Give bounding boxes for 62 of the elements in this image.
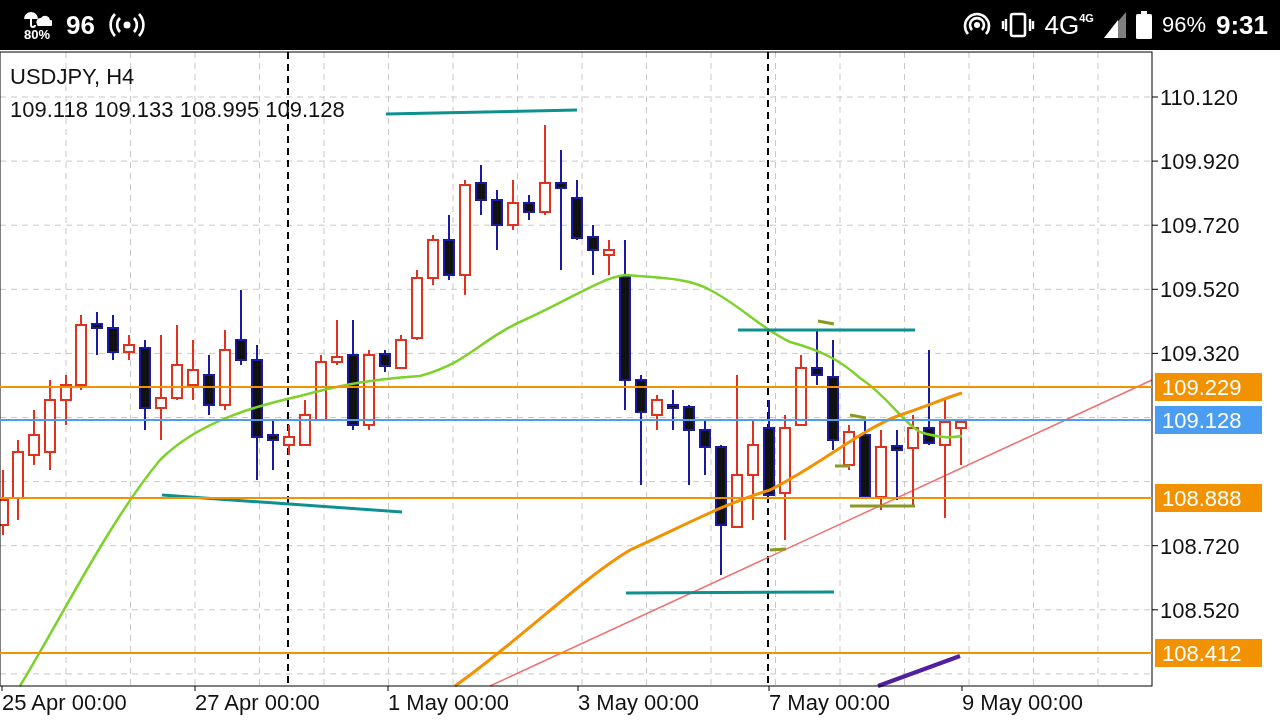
candle (60, 374, 72, 426)
time-tick: 27 Apr 00:00 (195, 690, 320, 715)
candle (603, 239, 615, 276)
weather-icon (22, 9, 52, 28)
candle (28, 409, 40, 466)
candle (651, 394, 663, 431)
battery-percent: 96% (1161, 12, 1206, 38)
candle (795, 354, 807, 426)
candle (107, 314, 119, 361)
price-label-text: 108.888 (1162, 486, 1242, 511)
candle (123, 334, 135, 361)
price-tick: 109.720 (1160, 213, 1240, 239)
time-tick: 25 Apr 00:00 (2, 690, 127, 715)
price-label-text: 109.128 (1162, 408, 1242, 433)
candle (427, 234, 439, 286)
candle (443, 214, 455, 281)
price-tick: 109.520 (1160, 277, 1240, 303)
weather-reading: 80% (24, 27, 50, 41)
time-tick: 3 May 00:00 (578, 690, 700, 715)
network-type: 4G (1044, 9, 1080, 41)
price-tick: 108.520 (1160, 597, 1240, 623)
price-tick: 108.720 (1160, 533, 1240, 559)
candle (699, 419, 711, 476)
candle (91, 311, 103, 356)
candle (331, 319, 343, 366)
candle (379, 349, 391, 373)
candle (507, 179, 519, 231)
signal-icon (1103, 12, 1126, 38)
candle (955, 421, 967, 466)
candle (811, 329, 823, 386)
time-tick: 1 May 00:00 (388, 690, 510, 715)
candle (475, 164, 487, 216)
price-label-text: 108.412 (1162, 641, 1242, 666)
candle (571, 179, 583, 241)
time-tick: 7 May 00:00 (769, 690, 891, 715)
price-tick: 109.320 (1160, 341, 1240, 367)
battery-icon (1135, 11, 1152, 39)
candle (187, 339, 199, 401)
candle (203, 354, 215, 416)
candle (411, 269, 423, 341)
chart-symbol: USDJPY, H4 (10, 64, 135, 89)
candle (395, 334, 407, 369)
candle (667, 389, 679, 431)
vibrate-icon (1000, 11, 1035, 39)
candle (491, 189, 503, 251)
network-generation-label: 4G (1079, 11, 1094, 24)
price-label-text: 109.229 (1162, 375, 1242, 400)
ohlc-values: 109.118 109.133 108.995 109.128 (10, 97, 345, 122)
clock-time: 9:31 (1215, 9, 1268, 41)
notification-count: 96 (66, 9, 95, 41)
candle (267, 419, 279, 471)
candle (843, 424, 855, 471)
price-tick: 109.920 (1160, 149, 1240, 175)
candle (587, 224, 599, 276)
candle (523, 194, 535, 221)
candle (283, 424, 295, 456)
time-tick: 9 May 00:00 (962, 690, 1084, 715)
hotspot-icon (108, 13, 145, 37)
candle (315, 354, 327, 421)
price-tick: 110.120 (1160, 85, 1238, 110)
candle (299, 399, 311, 446)
candle (891, 429, 903, 501)
